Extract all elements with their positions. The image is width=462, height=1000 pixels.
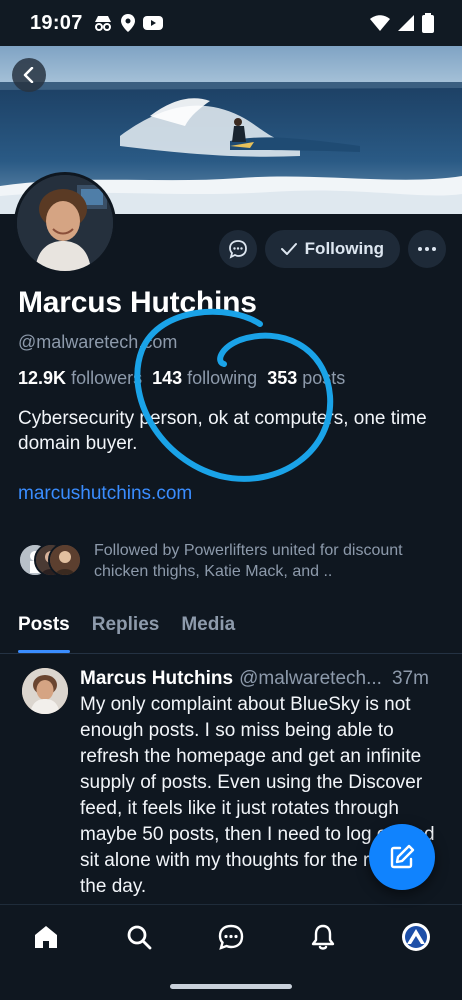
following-label: Following: [304, 239, 384, 258]
followers-count: 12.9K: [18, 368, 67, 388]
profile-bio: Cybersecurity person, ok at computers, o…: [18, 408, 427, 454]
nav-profile[interactable]: [394, 915, 438, 959]
bell-icon: [312, 924, 335, 950]
battery-icon: [422, 13, 434, 33]
nav-search[interactable]: [117, 915, 161, 959]
gesture-bar[interactable]: [170, 984, 292, 989]
back-button[interactable]: [12, 58, 46, 92]
profile-avatar[interactable]: [14, 172, 116, 274]
followed-by-text: Followed by Powerlifters united for disc…: [94, 542, 403, 580]
location-icon: [120, 14, 135, 32]
profile-actions: Following: [218, 230, 446, 268]
chat-icon: [218, 924, 244, 950]
more-button[interactable]: [408, 230, 446, 268]
bottom-nav: [0, 904, 462, 968]
chat-bubble-icon: [228, 240, 247, 259]
tab-media[interactable]: Media: [181, 604, 235, 653]
tab-posts[interactable]: Posts: [18, 604, 70, 653]
website-link[interactable]: marcushutchins.com: [18, 483, 192, 505]
post-time: 37m: [391, 668, 429, 689]
chevron-left-icon: [23, 67, 34, 83]
followed-by[interactable]: Followed by Powerlifters united for disc…: [18, 540, 448, 582]
post-avatar-image: [22, 668, 68, 714]
status-bar: 19:07: [0, 0, 462, 46]
user-handle: @malwaretech.com: [18, 332, 178, 352]
profile-stats: 12.9K followers 143 following 353 posts: [18, 368, 345, 389]
post-author[interactable]: Marcus Hutchins: [80, 668, 233, 690]
compose-icon: [390, 844, 415, 869]
following-count: 143: [152, 368, 183, 388]
post-author-avatar[interactable]: [22, 668, 68, 714]
following-button[interactable]: Following: [264, 230, 400, 268]
posts-count: 353: [267, 368, 298, 388]
post-handle: @malwaretech...: [239, 668, 382, 689]
compose-button[interactable]: [369, 824, 435, 890]
follower-avatar-image: [50, 545, 80, 575]
avatar-photo: [17, 175, 113, 271]
display-name: Marcus Hutchins: [18, 286, 257, 319]
nav-notifications[interactable]: [301, 915, 345, 959]
annotation-scribble: [134, 308, 334, 482]
incognito-icon: [94, 16, 111, 31]
home-icon: [35, 925, 58, 948]
nav-home[interactable]: [24, 915, 68, 959]
followed-by-avatars: [18, 543, 82, 579]
posts-label: posts: [302, 368, 346, 388]
posts-stat: 353 posts: [267, 368, 345, 389]
search-icon: [127, 925, 151, 949]
status-time: 19:07: [30, 11, 83, 34]
profile-avatar-icon: [401, 922, 430, 951]
following-stat[interactable]: 143 following: [152, 368, 257, 389]
tab-replies[interactable]: Replies: [92, 604, 160, 653]
nav-chat[interactable]: [209, 915, 253, 959]
follower-avatar: [48, 543, 82, 577]
followers-label: followers: [71, 368, 143, 388]
message-button[interactable]: [218, 230, 257, 268]
following-stat-label: following: [187, 368, 258, 388]
check-icon: [280, 243, 297, 255]
profile-tabs: Posts Replies Media: [0, 604, 462, 654]
ellipsis-icon: [418, 247, 436, 251]
signal-icon: [398, 15, 414, 31]
post-header: Marcus Hutchins @malwaretech... 37m: [80, 668, 446, 690]
wifi-icon: [370, 15, 390, 31]
followers-stat[interactable]: 12.9K followers: [18, 368, 142, 389]
youtube-icon: [142, 16, 163, 30]
